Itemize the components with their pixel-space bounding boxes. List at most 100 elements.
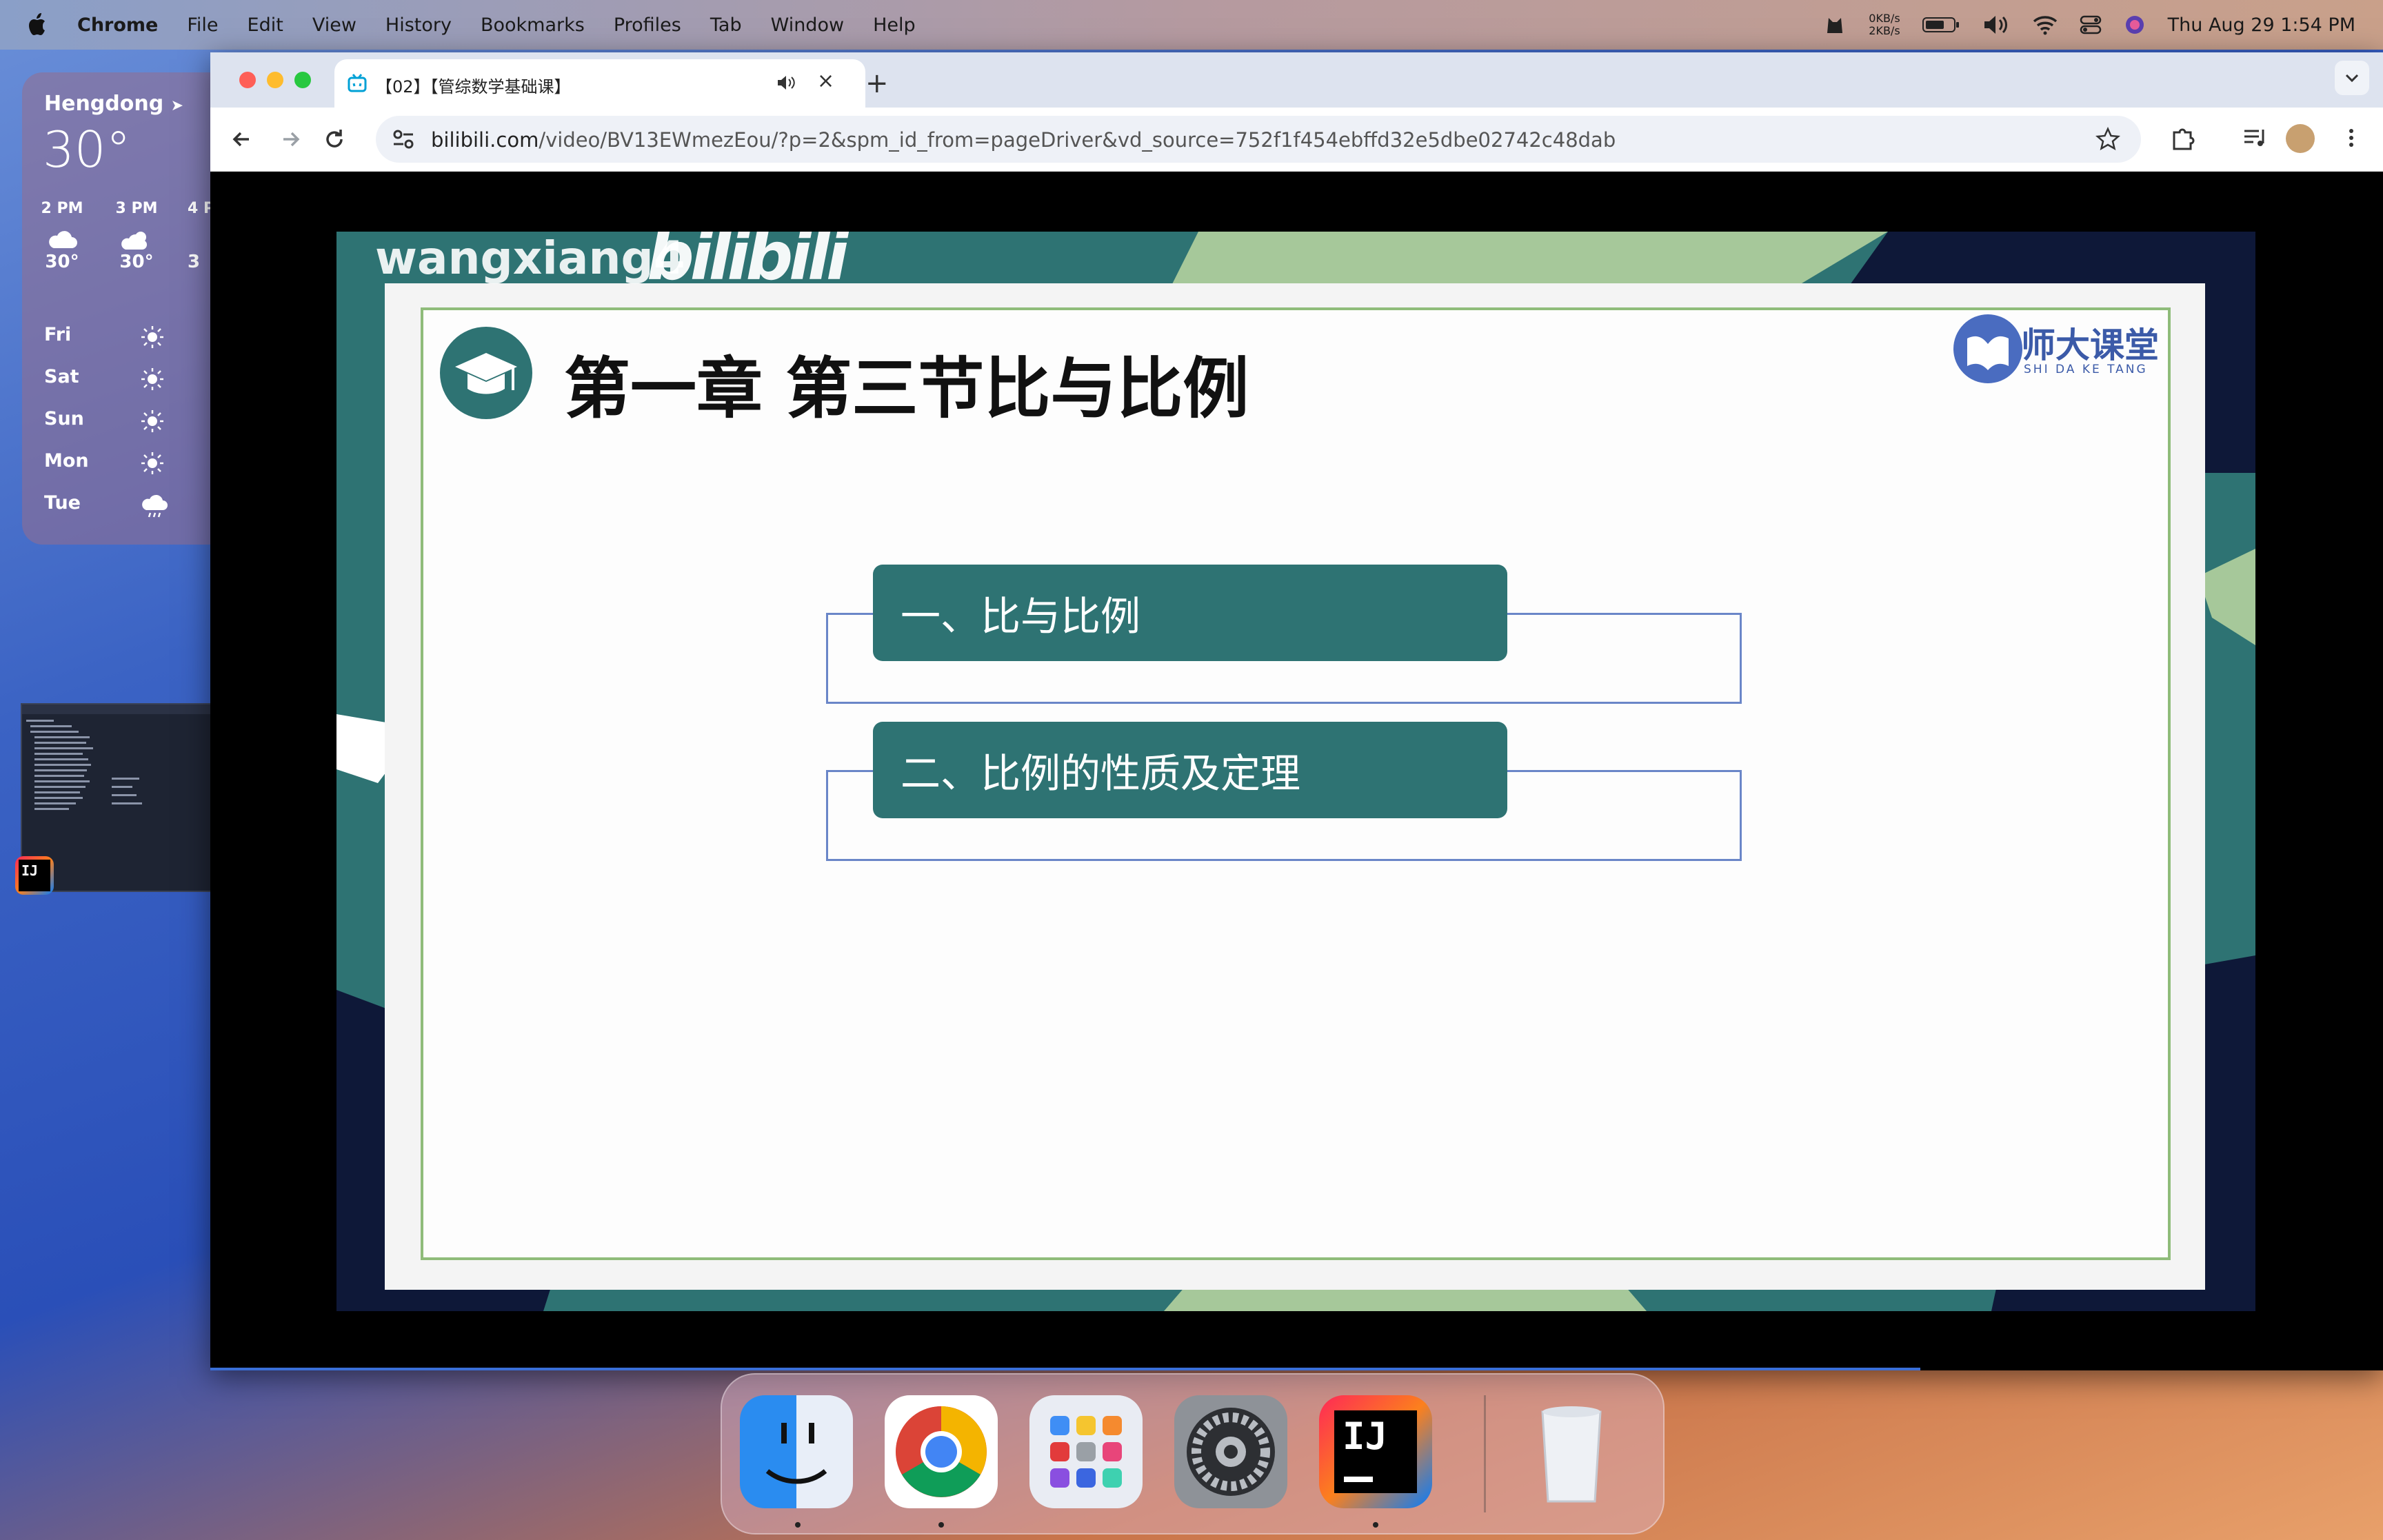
browser-tab-active[interactable]: 【02】【管综数学基础课】 × +: [334, 59, 889, 108]
finder-dock-icon[interactable]: [740, 1395, 853, 1508]
trash-dock-icon[interactable]: [1515, 1395, 1628, 1508]
day-name: Sun: [44, 408, 84, 429]
close-window-button[interactable]: [239, 72, 256, 88]
running-indicator: [1373, 1522, 1378, 1528]
sun-icon: [141, 410, 163, 432]
tab-audio-icon[interactable]: [776, 73, 796, 92]
menubar-clock[interactable]: Thu Aug 29 1:54 PM: [2168, 14, 2355, 36]
hour-temp: 30°: [45, 252, 79, 272]
url-path: /video/BV13EWmezEou/?p=2&spm_id_from=pag…: [539, 128, 1616, 152]
tab-search-button[interactable]: [2335, 61, 2369, 95]
intellij-window-thumbnail[interactable]: IJ: [15, 703, 213, 895]
cloud-icon: [49, 231, 77, 248]
weather-current-temp: 30°: [43, 121, 131, 179]
menu-history[interactable]: History: [385, 14, 452, 36]
sun-icon: [141, 452, 163, 474]
weather-city: Hengdong ➤: [44, 92, 183, 116]
reload-icon[interactable]: [321, 125, 348, 153]
intellij-badge-label: IJ: [19, 860, 50, 891]
hour-time: 2 PM: [41, 200, 83, 217]
new-tab-icon[interactable]: +: [865, 68, 889, 99]
day-forecast: Tue27: [44, 492, 243, 520]
school-logo-name: 师大课堂: [2021, 325, 2159, 365]
menu-app-name[interactable]: Chrome: [77, 14, 158, 36]
intellij-logo-tile: IJ: [1334, 1410, 1417, 1493]
menu-bar: Chrome File Edit View History Bookmarks …: [0, 0, 2383, 50]
bookmark-star-icon[interactable]: [2095, 127, 2120, 152]
status-menu-area: 0KB/s 2KB/s Thu Aug 29 1:54 PM: [1823, 0, 2355, 50]
hour-time: 3 PM: [115, 200, 158, 217]
minimize-window-button[interactable]: [267, 72, 283, 88]
intellij-badge-icon: IJ: [15, 856, 54, 895]
bilibili-favicon-icon: [348, 74, 367, 92]
hour-temp: 30°: [119, 252, 154, 272]
menu-help[interactable]: Help: [873, 14, 916, 36]
menu-file[interactable]: File: [187, 14, 218, 36]
tab-strip: 【02】【管综数学基础课】 × +: [210, 52, 2383, 108]
network-speed[interactable]: 0KB/s 2KB/s: [1869, 12, 1900, 37]
day-name: Sat: [44, 366, 79, 387]
outline-item: 二、比例的性质及定理: [873, 722, 1507, 818]
url-text[interactable]: bilibili.com/video/BV13EWmezEou/?p=2&spm…: [431, 128, 1616, 152]
extensions-puzzle-icon[interactable]: [2169, 124, 2196, 152]
volume-icon[interactable]: [1982, 14, 2011, 36]
tab-title: 【02】【管综数学基础课】: [376, 77, 571, 97]
wifi-icon[interactable]: [2033, 14, 2058, 35]
dock: IJ: [721, 1373, 1665, 1534]
uploader-watermark: wangxiang4: [375, 232, 685, 285]
profile-avatar[interactable]: [2286, 124, 2315, 153]
siri-icon[interactable]: [2124, 14, 2146, 36]
menu-bookmarks[interactable]: Bookmarks: [481, 14, 585, 36]
window-bottom-accent: [210, 1368, 1920, 1370]
media-control-icon[interactable]: [2241, 124, 2269, 152]
sun-icon: [141, 368, 163, 390]
chrome-window: 【02】【管综数学基础课】 × + bilibili.com/video/BV1…: [210, 52, 2383, 1370]
menu-profiles[interactable]: Profiles: [614, 14, 681, 36]
bilibili-logo-watermark: bilibili: [647, 232, 849, 295]
rain-cloud-icon: [142, 494, 168, 518]
more-menu-icon[interactable]: [2341, 124, 2362, 152]
menu-edit[interactable]: Edit: [248, 14, 283, 36]
launchpad-dock-icon[interactable]: [1029, 1395, 1143, 1508]
zoom-window-button[interactable]: [294, 72, 311, 88]
dock-divider: [1484, 1395, 1486, 1512]
running-indicator: [938, 1522, 944, 1528]
url-host: bilibili.com: [431, 128, 539, 152]
graduation-cap-icon: [440, 327, 532, 419]
school-logo-subtitle: SHI DA KE TANG: [2024, 363, 2148, 376]
thumbnail-titlebar: [22, 705, 212, 714]
forward-arrow-icon[interactable]: [276, 125, 304, 153]
day-forecast: Sat27: [44, 366, 243, 394]
chrome-dock-icon[interactable]: [885, 1395, 998, 1508]
tab-close-icon[interactable]: ×: [817, 69, 834, 93]
cat-runner-icon[interactable]: [1823, 12, 1847, 37]
day-forecast: Fri24: [44, 324, 243, 352]
weather-widget[interactable]: Hengdong ➤ 30° 2 PM 30° 3 PM 30° 4 P 3 F…: [22, 72, 243, 545]
address-bar[interactable]: bilibili.com/video/BV13EWmezEou/?p=2&spm…: [376, 116, 2141, 163]
battery-icon[interactable]: [1922, 16, 1960, 34]
day-forecast: Mon29: [44, 450, 243, 478]
intellij-dock-icon[interactable]: IJ: [1319, 1395, 1432, 1508]
menu-tab[interactable]: Tab: [710, 14, 742, 36]
browser-toolbar: bilibili.com/video/BV13EWmezEou/?p=2&spm…: [210, 108, 2383, 172]
hour-forecast: 3 PM 30°: [109, 200, 164, 272]
day-name: Mon: [44, 450, 89, 472]
video-player[interactable]: wangxiang4 bilibili 第一章 第三节比与比例 师大课堂 SHI…: [336, 232, 2255, 1311]
control-center-icon[interactable]: [2080, 14, 2102, 35]
menu-view[interactable]: View: [312, 14, 356, 36]
site-settings-icon[interactable]: [390, 125, 417, 153]
menu-window[interactable]: Window: [771, 14, 844, 36]
back-arrow-icon[interactable]: [228, 125, 256, 153]
intellij-logo-underscore: [1344, 1477, 1373, 1482]
day-name: Fri: [44, 324, 72, 345]
outline-item: 一、比与比例: [873, 565, 1507, 661]
apple-menu-icon[interactable]: [26, 11, 50, 39]
school-logo-icon: [1953, 314, 2022, 383]
sun-icon: [141, 326, 163, 348]
chapter-title: 第一章 第三节比与比例: [564, 350, 1249, 427]
hour-forecast: 2 PM 30°: [34, 200, 90, 272]
chevron-down-icon: [2345, 74, 2359, 83]
net-down-rate: 2KB/s: [1869, 24, 1900, 37]
system-settings-dock-icon[interactable]: [1174, 1395, 1287, 1508]
running-indicator: [795, 1522, 801, 1528]
